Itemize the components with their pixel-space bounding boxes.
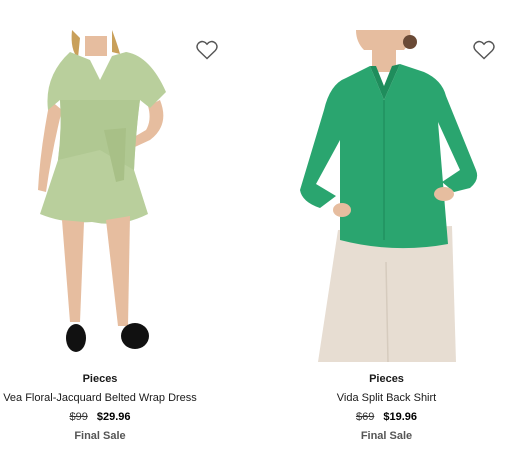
product-brand: Pieces: [82, 373, 118, 385]
original-price: $99: [69, 411, 88, 423]
final-sale-badge: Final Sale: [74, 430, 126, 442]
product-image-dress[interactable]: [0, 30, 264, 362]
product-image-shirt[interactable]: [264, 30, 529, 362]
sale-price: $19.96: [383, 411, 418, 423]
product-info: Pieces Vea Floral-Jacquard Belted Wrap D…: [0, 372, 232, 444]
price-row: $69 $19.96: [254, 410, 519, 425]
product-card[interactable]: Pieces Vida Split Back Shirt $69 $19.96 …: [264, 0, 529, 455]
product-info: Pieces Vida Split Back Shirt $69 $19.96 …: [254, 372, 519, 444]
heart-outline-icon: [196, 40, 218, 60]
price-row: $99 $29.96: [0, 410, 232, 425]
product-name-link[interactable]: Vea Floral-Jacquard Belted Wrap Dress: [0, 391, 232, 406]
product-brand: Pieces: [369, 373, 404, 385]
heart-outline-icon: [473, 40, 495, 60]
wishlist-heart-icon[interactable]: [472, 38, 496, 62]
final-sale-badge: Final Sale: [360, 430, 413, 442]
wishlist-heart-icon[interactable]: [195, 38, 219, 62]
original-price: $69: [355, 411, 375, 423]
product-card[interactable]: Pieces Vea Floral-Jacquard Belted Wrap D…: [0, 0, 264, 455]
sale-price: $29.96: [96, 411, 131, 423]
product-name-link[interactable]: Vida Split Back Shirt: [254, 391, 519, 406]
